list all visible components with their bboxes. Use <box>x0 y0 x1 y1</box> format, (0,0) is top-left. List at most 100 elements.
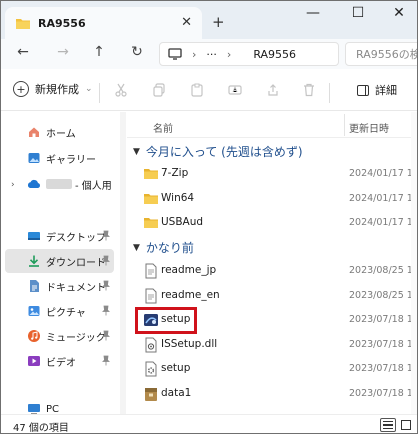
pc-icon <box>168 48 182 60</box>
command-bar: + 新規作成 ⌄ 詳細 <box>1 73 417 111</box>
maximize-icon[interactable]: ☐ <box>338 5 378 21</box>
sidebar-item-videos[interactable]: ビデオ <box>5 349 114 373</box>
list-item[interactable]: setup 2023/07/18 1 <box>135 357 417 381</box>
file-date: 2023/08/25 1 <box>349 265 413 276</box>
sidebar-item-label: ギャラリー <box>46 154 96 166</box>
pin-icon[interactable] <box>102 355 110 366</box>
toolbar-divider <box>329 83 330 103</box>
tab-close-icon[interactable]: ✕ <box>181 15 192 30</box>
settings-file-icon <box>145 361 157 377</box>
folder-icon <box>144 194 158 204</box>
navigation-bar: ← → ↑ ↻ › ··· › RA9556 RA9556の検索 <box>1 39 417 69</box>
list-item[interactable]: Win64 2024/01/17 1 <box>135 187 417 211</box>
address-path-segment[interactable]: RA9556 <box>253 48 296 61</box>
sidebar-item-music[interactable]: ミュージック <box>5 324 114 348</box>
file-date: 2023/07/18 1 <box>349 339 413 350</box>
text-file-icon <box>145 288 157 304</box>
group-header-long-ago[interactable]: ▼ かなり前 <box>133 239 194 256</box>
list-item[interactable]: USBAud 2024/01/17 1 <box>135 211 417 235</box>
tiles-view-button[interactable] <box>399 418 415 432</box>
sidebar-item-downloads[interactable]: ダウンロード <box>5 249 114 273</box>
pin-icon[interactable] <box>102 255 110 266</box>
file-explorer-window: RA9556 ✕ + — ☐ ✕ ← → ↑ ↻ › ··· › RA9556 … <box>0 0 418 434</box>
gallery-icon <box>28 153 40 163</box>
new-tab-icon[interactable]: + <box>212 13 225 31</box>
pin-icon[interactable] <box>102 230 110 241</box>
list-item[interactable]: 7-Zip 2024/01/17 1 <box>135 162 417 186</box>
list-line <box>383 421 393 423</box>
tab-ra9556[interactable]: RA9556 ✕ <box>5 7 202 39</box>
details-view-button[interactable] <box>380 418 396 432</box>
address-separator: › <box>192 47 197 61</box>
minimize-icon[interactable]: — <box>293 5 333 21</box>
back-icon[interactable]: ← <box>11 44 35 64</box>
column-date-header[interactable]: 更新日時 <box>349 120 389 135</box>
list-item[interactable]: data1 2023/07/18 1 <box>135 382 417 406</box>
group-label: かなり前 <box>145 241 194 255</box>
column-divider[interactable] <box>344 114 345 136</box>
text-file-icon <box>145 263 157 279</box>
group-header-this-month[interactable]: ▼ 今月に入って (先週は含めず) <box>133 143 303 160</box>
sidebar-item-documents[interactable]: ドキュメント <box>5 274 114 298</box>
pin-icon[interactable] <box>102 280 110 291</box>
sidebar-item-home[interactable]: ホーム <box>5 120 114 144</box>
details-pane-icon <box>357 84 369 96</box>
sidebar-item-label: ホーム <box>46 128 76 140</box>
sidebar-item-label: ビデオ <box>46 357 76 369</box>
sidebar-item-label: ミュージック <box>46 332 106 344</box>
paste-icon[interactable] <box>187 83 207 101</box>
new-button-label: 新規作成 <box>35 83 79 96</box>
sidebar-item-gallery[interactable]: ギャラリー <box>5 146 114 170</box>
sidebar-scrollbar[interactable] <box>120 112 126 414</box>
rename-icon[interactable] <box>225 83 245 101</box>
address-bar[interactable]: › ··· › RA9556 <box>159 42 339 66</box>
file-date: 2023/08/25 1 <box>349 290 413 301</box>
pictures-icon <box>28 306 40 316</box>
chevron-down-icon: ▼ <box>133 146 140 157</box>
list-item[interactable]: readme_en 2023/08/25 1 <box>135 284 417 308</box>
add-icon: + <box>13 81 29 97</box>
search-placeholder: RA9556の検索 <box>356 48 417 61</box>
share-icon[interactable] <box>263 83 283 101</box>
column-name-header[interactable]: 名前 <box>153 120 173 135</box>
close-icon[interactable]: ✕ <box>379 5 417 21</box>
folder-icon <box>144 169 158 179</box>
sidebar-item-onedrive[interactable]: - 個人用 <box>5 172 114 196</box>
file-list-scrollbar[interactable] <box>411 112 417 414</box>
details-label: 詳細 <box>375 84 397 97</box>
file-date: 2024/01/17 1 <box>349 217 413 228</box>
list-item[interactable]: readme_jp 2023/08/25 1 <box>135 259 417 283</box>
redacted-name <box>46 179 72 189</box>
refresh-icon[interactable]: ↻ <box>125 44 149 64</box>
new-button[interactable]: + 新規作成 ⌄ <box>13 81 93 97</box>
sidebar-item-label: ダウンロード <box>46 257 106 269</box>
sidebar-item-desktop[interactable]: デスクトップ <box>5 224 114 248</box>
file-name: readme_en <box>161 289 220 301</box>
file-name: ISSetup.dll <box>161 338 218 350</box>
navigation-pane: ホーム ギャラリー › - 個人用 デスクトップ ダウンロード ドキュメント ピ… <box>1 112 120 415</box>
cut-icon[interactable] <box>111 83 131 101</box>
file-name: readme_jp <box>161 264 217 276</box>
sidebar-item-pictures[interactable]: ピクチャ <box>5 299 114 323</box>
forward-icon[interactable]: → <box>51 44 75 64</box>
delete-icon[interactable] <box>299 83 319 101</box>
file-name: USBAud <box>161 216 204 228</box>
file-name: 7-Zip <box>161 167 189 179</box>
download-icon <box>29 255 39 267</box>
sidebar-item-label: ドキュメント <box>46 282 106 294</box>
pin-icon[interactable] <box>102 305 110 316</box>
copy-icon[interactable] <box>149 83 169 101</box>
tab-title: RA9556 <box>38 16 86 30</box>
details-pane-button[interactable]: 詳細 <box>357 82 397 98</box>
up-icon[interactable]: ↑ <box>87 44 111 64</box>
title-bar: RA9556 ✕ + — ☐ ✕ <box>1 1 417 39</box>
list-item[interactable]: ISSetup.dll 2023/07/18 1 <box>135 333 417 357</box>
cab-file-icon <box>145 388 157 401</box>
address-more-icon[interactable]: ··· <box>206 48 217 61</box>
sidebar-item-label: デスクトップ <box>46 232 106 244</box>
search-input[interactable]: RA9556の検索 <box>345 42 417 66</box>
pin-icon[interactable] <box>102 330 110 341</box>
file-name: data1 <box>161 387 192 399</box>
file-date: 2024/01/17 1 <box>349 193 413 204</box>
sidebar-item-label: - 個人用 <box>75 180 112 192</box>
